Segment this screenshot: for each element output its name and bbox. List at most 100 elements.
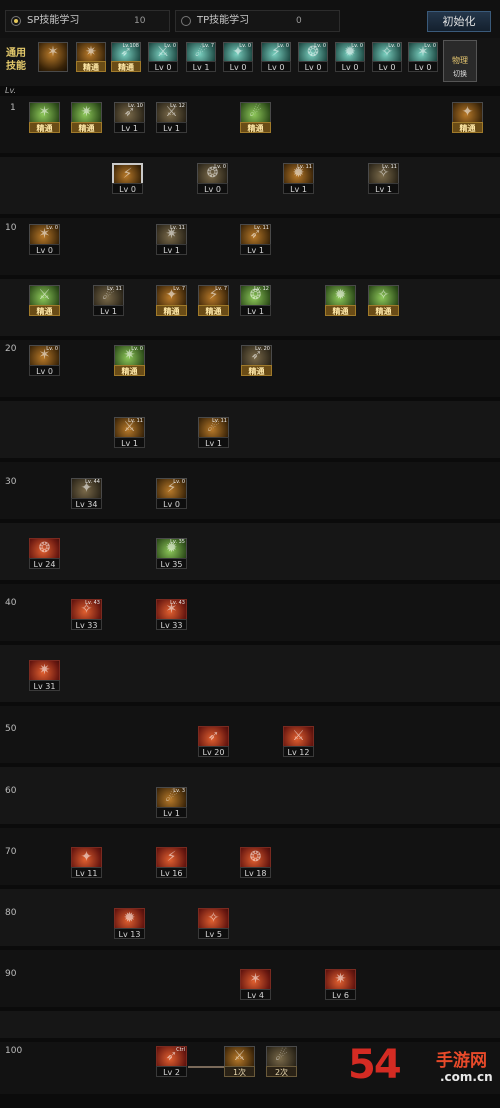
skill-art-icon: ✹ <box>334 287 347 303</box>
skill-required-level: Lv. 35 <box>170 539 185 545</box>
skill-level-label: Lv 16 <box>156 867 187 878</box>
skill-required-level: Lv. 0 <box>277 43 289 49</box>
level-marker: 50 <box>5 724 17 734</box>
skill-level-label: Lv 1 <box>93 305 124 316</box>
level-marker: 1 <box>10 103 16 113</box>
skill-level-label: Lv 13 <box>114 928 145 939</box>
skill-art-icon: ⚔ <box>38 287 51 303</box>
skill-level-label: Lv 33 <box>71 619 102 630</box>
skill-level-label: 精通 <box>76 61 106 72</box>
swap-top-label: 物理 <box>452 56 468 65</box>
level-row <box>0 401 500 458</box>
skill-level-label: Lv 1 <box>198 437 229 448</box>
skill-art-icon: ✧ <box>207 910 220 926</box>
level-marker: 70 <box>5 847 17 857</box>
skill-required-level: Ctrl <box>176 1047 185 1053</box>
common-skill-label: 通用技能 <box>6 48 26 72</box>
skill-level-label: 精通 <box>368 305 399 316</box>
skill-level-label: Lv 1 <box>368 183 399 194</box>
watermark-number: 54 <box>348 1042 402 1088</box>
level-row <box>0 767 500 824</box>
skill-required-level: Lv. 11 <box>382 164 397 170</box>
watermark-url: .com.cn <box>440 1070 493 1084</box>
skill-level-label: 精通 <box>452 122 483 133</box>
skill-level-label: 2次 <box>266 1066 297 1077</box>
skill-level-label: Lv 35 <box>156 558 187 569</box>
skill-required-level: Lv. 44 <box>85 479 100 485</box>
skill-art-icon: ☄ <box>275 1048 288 1064</box>
skill-level-label: Lv 0 <box>29 365 60 376</box>
skill-level-label: 精通 <box>111 61 141 72</box>
radio-icon[interactable] <box>181 16 191 26</box>
skill-required-level: Lv. 0 <box>46 225 58 231</box>
skill-required-level: Lv. 12 <box>254 286 269 292</box>
tier-connector-line <box>188 1066 224 1068</box>
level-marker: 20 <box>5 344 17 354</box>
skill-art-icon: ✶ <box>47 44 59 60</box>
skill-level-label: Lv 1 <box>283 183 314 194</box>
level-row <box>0 157 500 214</box>
skill-level-label: Lv 33 <box>156 619 187 630</box>
skill-art-icon: ✶ <box>249 971 262 987</box>
skill-art-icon: ⚔ <box>292 728 305 744</box>
skill-art-icon: ✧ <box>377 287 390 303</box>
skill-required-level: Lv. 11 <box>254 225 269 231</box>
skill-required-level: Lv. 20 <box>255 346 270 352</box>
level-row <box>0 1011 500 1038</box>
skill-level-label: Lv 0 <box>261 61 291 72</box>
skill-level-label: Lv 11 <box>71 867 102 878</box>
skill-art-icon: ✷ <box>38 662 51 678</box>
skill-art-icon: ☄ <box>249 104 262 120</box>
skill-art-icon: ✷ <box>80 104 93 120</box>
skill-required-level: Lv. 0 <box>351 43 363 49</box>
skill-level-label: 1次 <box>224 1066 255 1077</box>
radio-selected-icon[interactable] <box>11 16 21 26</box>
skill-level-label: Lv 0 <box>197 183 228 194</box>
skill-level-label: Lv 1 <box>156 122 187 133</box>
level-header: Lv. <box>5 86 17 95</box>
skill-required-level: Lv. 0 <box>314 43 326 49</box>
skill-required-level: Lv. 11 <box>170 225 185 231</box>
skill-level-label: Lv 0 <box>148 61 178 72</box>
sp-points: 10 <box>134 16 146 26</box>
skill-art-icon: ➶ <box>207 728 220 744</box>
skill-level-label: 精通 <box>240 122 271 133</box>
swap-button[interactable]: 物理 切换 <box>443 40 477 82</box>
skill-level-label: Lv 1 <box>156 244 187 255</box>
skill-required-level: Lv. 11 <box>128 418 143 424</box>
initialize-button[interactable]: 初始化 <box>427 11 491 32</box>
skill-level-label: Lv 1 <box>114 122 145 133</box>
skill-required-level: Lv. 11 <box>297 164 312 170</box>
skill-required-level: Lv. 7 <box>202 43 214 49</box>
level-row <box>0 645 500 702</box>
skill-level-label: Lv 34 <box>71 498 102 509</box>
skill-level-label: Lv 0 <box>223 61 253 72</box>
skill-level-label: 精通 <box>325 305 356 316</box>
skill-art-icon: ✹ <box>123 910 136 926</box>
watermark-text: 手游网 <box>436 1051 487 1071</box>
skill-required-level: Lv. 0 <box>388 43 400 49</box>
skill-level-label: Lv 4 <box>240 989 271 1000</box>
skill-level-label: 精通 <box>71 122 102 133</box>
common-skill-icon[interactable]: ✶ <box>38 42 68 72</box>
skill-level-label: Lv 20 <box>198 746 229 757</box>
skill-required-level: Lv. 3 <box>173 788 185 794</box>
tab-label: SP技能学习 <box>27 15 80 26</box>
skill-art-icon: ⚔ <box>233 1048 246 1064</box>
skill-level-label: 精通 <box>114 365 145 376</box>
skill-required-level: Lv. 43 <box>170 600 185 606</box>
skill-required-level: Lv. 12 <box>170 103 185 109</box>
skill-required-level: Lv. 7 <box>173 286 185 292</box>
skill-required-level: Lv. 0 <box>424 43 436 49</box>
skill-art-icon: ✶ <box>38 104 51 120</box>
tab-tp-skill[interactable]: TP技能学习 0 <box>175 10 340 32</box>
skill-level-label: 精通 <box>29 122 60 133</box>
skill-level-label: 精通 <box>29 305 60 316</box>
skill-level-label: Lv 1 <box>240 305 271 316</box>
skill-level-label: 精通 <box>198 305 229 316</box>
skill-required-level: Lv. 0 <box>214 164 226 170</box>
skill-level-label: Lv 2 <box>156 1066 187 1077</box>
level-marker: 40 <box>5 598 17 608</box>
tab-sp-skill[interactable]: SP技能学习 10 <box>5 10 170 32</box>
level-marker: 80 <box>5 908 17 918</box>
